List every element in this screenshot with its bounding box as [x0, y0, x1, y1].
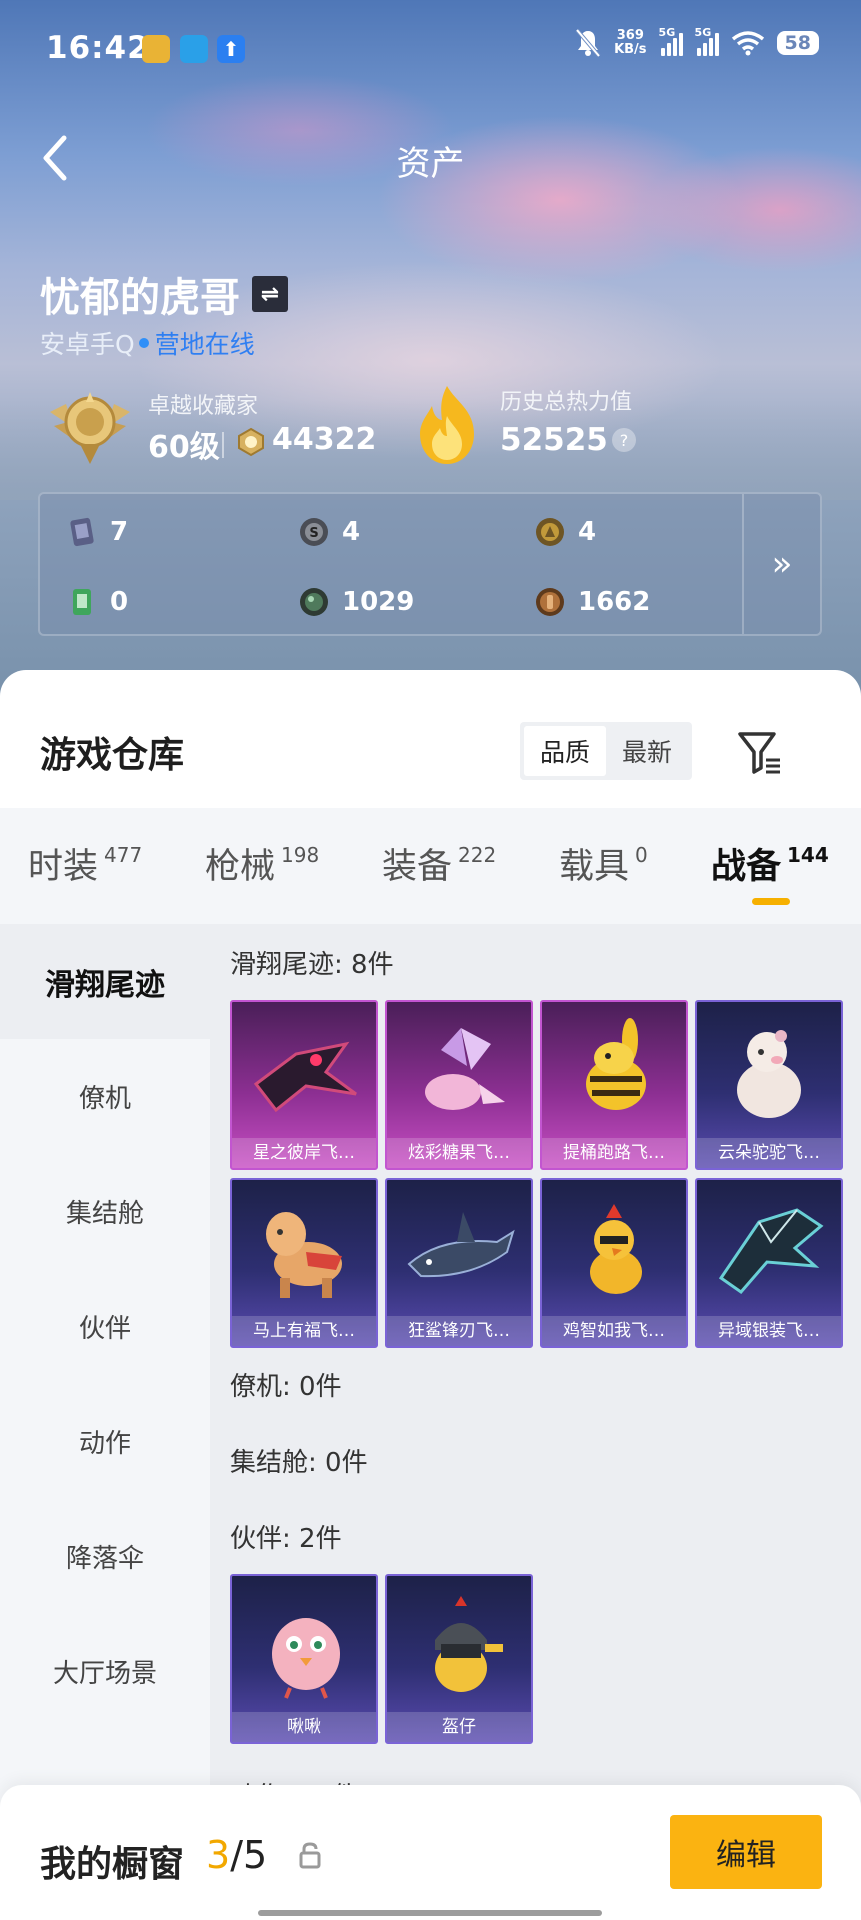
silver-wing-art-icon: [718, 1208, 824, 1295]
online-status: 营地在线: [154, 330, 255, 359]
heat-value: 52525: [500, 422, 608, 458]
status-time: 16:42: [46, 30, 150, 66]
sort-newest-button[interactable]: 最新: [606, 726, 688, 776]
upload-icon: ⬆: [217, 35, 245, 63]
horse-art-icon: [266, 1212, 342, 1298]
svg-text:S: S: [309, 526, 318, 541]
tab-vehicles[interactable]: 载具 0: [559, 838, 648, 889]
card-icon: [70, 517, 94, 547]
signal-icon: 5G: [659, 26, 683, 56]
showcase-count: 3/5: [206, 1833, 268, 1877]
section-header: 僚机: 0件: [230, 1372, 342, 1402]
app-notification-icon: [180, 35, 208, 63]
collector-title: 卓越收藏家: [148, 394, 259, 419]
item-card[interactable]: 盔仔: [385, 1574, 533, 1744]
app-notification-icon: [142, 35, 170, 63]
side-nav: 滑翔尾迹 僚机 集结舱 伙伴 动作 降落伞 大厅场景: [0, 924, 210, 1920]
home-indicator: [258, 1910, 602, 1916]
filter-icon[interactable]: [734, 726, 786, 778]
resource-item[interactable]: 1029: [298, 586, 414, 618]
section-header: 伙伴: 2件: [230, 1524, 342, 1554]
collector-medal-icon[interactable]: [44, 382, 136, 466]
item-card[interactable]: 狂鲨锋刃飞…: [385, 1178, 533, 1348]
sort-toggle: 品质 最新: [520, 722, 692, 780]
username: 忧郁的虎哥: [40, 275, 240, 321]
bee-bucket-art-icon: [586, 1018, 646, 1110]
showcase-bar: 我的橱窗 3/5 编辑: [0, 1785, 861, 1920]
item-card[interactable]: 炫彩糖果飞…: [385, 1000, 533, 1170]
side-nav-pod[interactable]: 集结舱: [0, 1154, 210, 1269]
warehouse-title: 游戏仓库: [40, 735, 185, 776]
tab-combat-gear[interactable]: 战备 144: [711, 838, 829, 889]
item-card[interactable]: 星之彼岸飞…: [230, 1000, 378, 1170]
signal-icon: 5G: [695, 26, 719, 56]
helmet-chick-art-icon: [435, 1596, 503, 1692]
heat-title: 历史总热力值: [500, 390, 633, 415]
wifi-icon: [731, 31, 764, 56]
warehouse-sheet: 游戏仓库 品质 最新 时装 477 枪械 198 装备 222 载具 0 战备 144 滑…: [0, 670, 861, 1920]
divider: [222, 432, 224, 458]
gold-coin-icon: [536, 518, 564, 546]
collector-level: 60级: [148, 430, 220, 465]
item-card[interactable]: 啾啾: [230, 1574, 378, 1744]
candy-art-icon: [425, 1028, 505, 1110]
collector-points-icon: [238, 427, 264, 457]
green-orb-icon: [300, 588, 328, 616]
edit-button[interactable]: 编辑: [670, 1815, 822, 1889]
side-nav-companion[interactable]: 伙伴: [0, 1269, 210, 1384]
active-tab-indicator: [752, 898, 790, 905]
account-platform: 安卓手Q: [40, 330, 135, 359]
help-icon[interactable]: ?: [612, 428, 636, 452]
username-row: 忧郁的虎哥 ⇌: [40, 265, 288, 323]
side-nav-wingman[interactable]: 僚机: [0, 1039, 210, 1154]
account-row: 安卓手Q 营地在线: [40, 325, 255, 361]
resource-panel: 7 S 4 4 0 1029 1662 »: [38, 492, 822, 636]
item-card[interactable]: 马上有福飞…: [230, 1178, 378, 1348]
mute-bell-icon: [575, 28, 601, 58]
tab-equipment[interactable]: 装备 222: [382, 838, 496, 889]
item-grid-area: 滑翔尾迹: 8件 星之彼岸飞… 炫彩糖果飞… 提桶跑路飞… 云朵驼驼飞… 马上有…: [210, 924, 861, 1920]
showcase-title: 我的橱窗: [40, 1844, 185, 1885]
side-nav-glide-trail[interactable]: 滑翔尾迹: [0, 924, 210, 1039]
status-bar: 16:42 ⬆ 369 KB/s 5G 5G 58: [0, 0, 861, 100]
tab-fashion[interactable]: 时装 477: [28, 838, 142, 889]
flame-icon: [420, 386, 474, 464]
item-card[interactable]: 云朵驼驼飞…: [695, 1000, 843, 1170]
silver-coin-icon: S: [300, 518, 328, 546]
resources-more-button[interactable]: »: [742, 494, 820, 634]
resource-item[interactable]: 7: [66, 516, 128, 548]
item-card[interactable]: 异域银装飞…: [695, 1178, 843, 1348]
lock-icon: [299, 1842, 321, 1869]
sort-quality-button[interactable]: 品质: [524, 726, 606, 776]
pink-bird-art-icon: [272, 1618, 340, 1699]
category-tabs: 时装 477 枪械 198 装备 222 载具 0 战备 144: [0, 808, 861, 924]
swap-icon[interactable]: ⇌: [252, 276, 288, 312]
resource-item[interactable]: 1662: [534, 586, 650, 618]
resource-item[interactable]: 4: [534, 516, 596, 548]
section-header: 集结舱: 0件: [230, 1448, 368, 1478]
alpaca-art-icon: [737, 1030, 801, 1118]
battery-indicator: 58: [776, 31, 819, 55]
item-card[interactable]: 提桶跑路飞…: [540, 1000, 688, 1170]
chicken-art-icon: [590, 1204, 642, 1294]
resource-item[interactable]: 0: [66, 586, 128, 618]
bronze-coin-icon: [536, 588, 564, 616]
side-nav-parachute[interactable]: 降落伞: [0, 1499, 210, 1614]
collector-points: 44322: [272, 422, 377, 457]
net-speed: 369 KB/s: [614, 28, 647, 57]
item-card[interactable]: 鸡智如我飞…: [540, 1178, 688, 1348]
page-title: 资产: [396, 144, 465, 184]
tab-weapons[interactable]: 枪械 198: [205, 838, 319, 889]
resource-item[interactable]: S 4: [298, 516, 360, 548]
ticket-icon: [73, 589, 91, 615]
online-dot: [138, 338, 149, 348]
side-nav-lobby-scene[interactable]: 大厅场景: [0, 1614, 210, 1729]
glide-trail-art-icon: [253, 1041, 357, 1113]
section-header: 滑翔尾迹: 8件: [230, 950, 394, 980]
shark-art-icon: [407, 1212, 515, 1278]
side-nav-emote[interactable]: 动作: [0, 1384, 210, 1499]
